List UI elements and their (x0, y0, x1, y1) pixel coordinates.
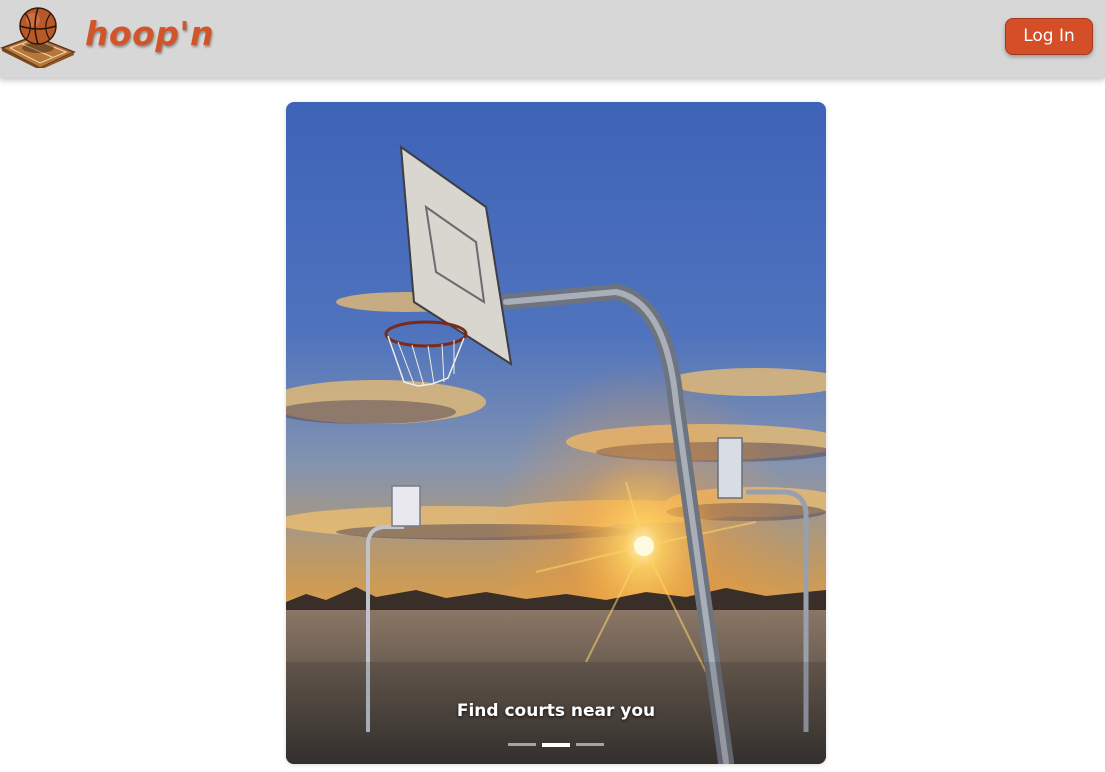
brand-name: hoop'n (85, 14, 215, 53)
carousel-indicators (286, 742, 826, 750)
navbar: hoop'n Log In (0, 0, 1105, 78)
basketball-court-icon (0, 7, 76, 68)
carousel-indicator-2[interactable] (542, 743, 570, 747)
carousel-indicator-3[interactable] (576, 743, 604, 746)
login-button[interactable]: Log In (1005, 18, 1093, 55)
hero-carousel: Find courts near you (286, 102, 826, 764)
carousel-caption: Find courts near you (456, 701, 656, 721)
brand-home-link[interactable]: hoop'n (0, 0, 214, 78)
carousel-slide-image (286, 102, 826, 764)
carousel-indicator-1[interactable] (508, 743, 536, 746)
